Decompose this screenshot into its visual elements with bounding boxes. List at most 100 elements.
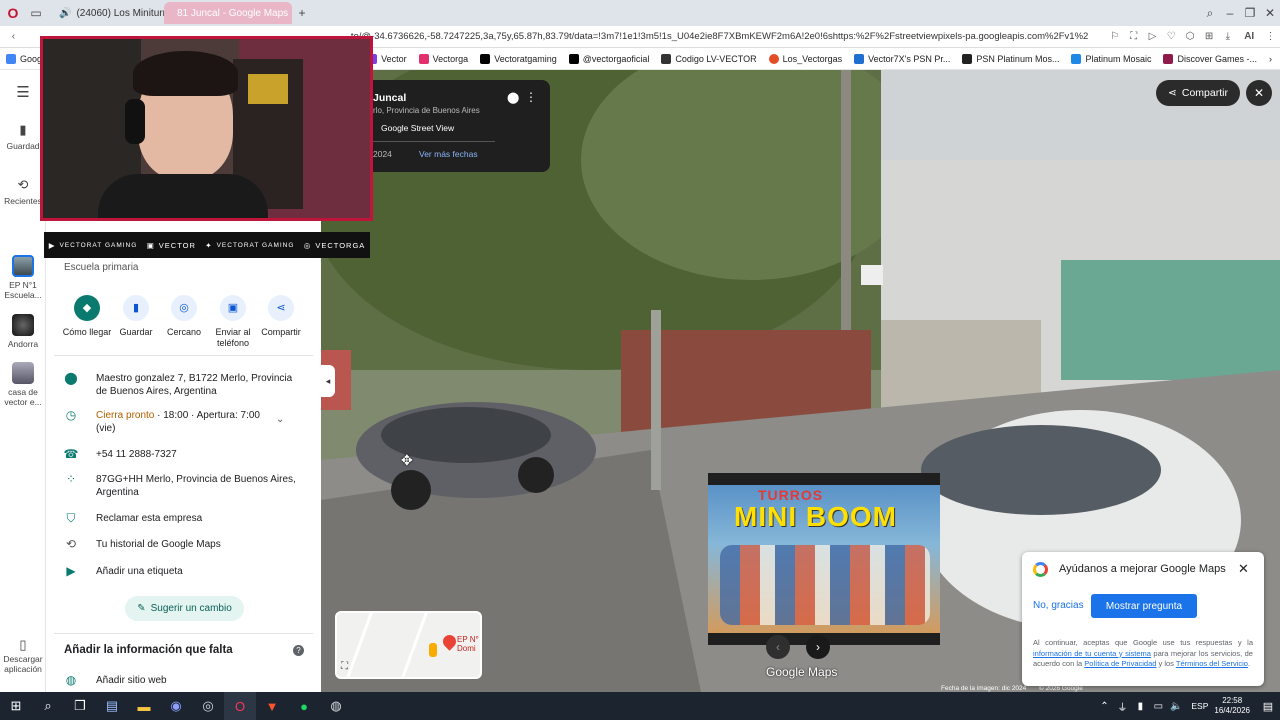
google-maps-watermark: Google Maps [766,665,838,679]
network-icon[interactable]: ▭ [1149,692,1167,720]
share-button[interactable]: ⋖ Compartir [256,295,306,338]
tray-overflow-icon[interactable]: ⌃ [1095,692,1113,720]
tab-google-maps[interactable]: 81 Juncal - Google Maps [164,2,292,24]
maximize-button[interactable]: ❐ [1240,6,1260,20]
bookmarks-overflow-icon[interactable]: › [1269,54,1272,64]
rail-place-casa[interactable]: casa de vector e... [0,362,46,407]
social-instagram-label: VECTORGA [315,240,366,250]
privacy-policy-link[interactable]: Política de Privacidad [1084,659,1156,668]
casa-thumbnail [12,362,34,384]
rail-download-app[interactable]: ▯ Descargar aplicación [0,638,46,674]
tab-menu-icon[interactable]: ▭ [26,6,46,20]
bookmark-page-icon[interactable]: ⚐ [1105,31,1124,42]
hours-row[interactable]: ◷ Cierra pronto · 18:00 · Apertura: 7:00… [46,409,321,435]
file-explorer-icon[interactable]: ▬ [128,692,160,720]
bookmark-vectorgaoficial[interactable]: @vectorgaoficial [568,53,650,64]
opera-logo-icon[interactable]: O [0,5,26,21]
help-icon[interactable]: ? [293,645,304,656]
bookmark-label: Vector7X's PSN Pr... [868,53,951,64]
address-row[interactable]: ⬤ Maestro gonzalez 7, B1722 Merlo, Provi… [46,372,321,398]
send-to-phone-button[interactable]: ▣ Enviar al teléfono [208,295,258,349]
wallet-icon[interactable]: ⊞ [1200,31,1219,42]
close-survey-button[interactable]: ✕ [1238,561,1249,577]
plus-code-row[interactable]: ⁘ 87GG+HH Merlo, Provincia de Buenos Air… [46,473,321,499]
rail-place-andorra[interactable]: Andorra [0,314,46,349]
url-field[interactable]: to/@-34.6736626,-58.7247225,3a,75y,65.87… [351,31,1105,42]
steam-icon[interactable]: ◎ [192,692,224,720]
tab-youtube[interactable]: 🔊 (24060) Los Miniturros [46,2,164,24]
minimap[interactable]: EP N° Domi ⛶ [335,611,482,679]
opera-icon[interactable]: O [224,692,256,720]
play-icon[interactable]: ▷ [1143,31,1162,42]
bookmark-discover-games[interactable]: Discover Games -... [1163,53,1257,64]
obs-icon[interactable]: ◍ [320,692,352,720]
bookmark-platinum-mosaic[interactable]: Platinum Mosaic [1071,53,1151,64]
bookmark-psn-profile[interactable]: Vector7X's PSN Pr... [854,53,951,64]
language-indicator[interactable]: ESP [1191,701,1208,711]
discord-icon[interactable]: ◉ [160,692,192,720]
usb-icon[interactable]: ⏚ [1113,692,1131,720]
next-image-button[interactable]: › [806,635,830,659]
streetview-place-title: Juncal [373,92,407,104]
more-menu-icon[interactable]: ⋮ [1261,31,1280,42]
rail-place-school[interactable]: EP N°1 Escuela... [0,255,46,300]
task-view-icon[interactable]: ❐ [64,692,96,720]
suggest-edit-label: Sugerir un cambio [150,603,232,614]
speaker-icon[interactable]: 🔊 [59,8,71,19]
back-button[interactable]: ‹ [4,31,23,42]
new-tab-button[interactable]: + [292,6,312,20]
hamburger-icon: ☰ [16,84,30,101]
location-pin-icon[interactable]: ⬤ [507,91,519,104]
notifications-icon[interactable]: ▤ [1256,692,1280,720]
windows-start-icon[interactable]: ⊞ [0,692,32,720]
label-tag-icon: ▶ [66,564,76,578]
brave-icon[interactable]: ▼ [256,692,288,720]
history-row[interactable]: ⟲ Tu historial de Google Maps [46,538,321,551]
phone-row[interactable]: ☎ +54 11 2888-7327 [46,448,321,461]
volume-icon[interactable]: 🔈 [1167,692,1185,720]
bookmark-vectorga[interactable]: Vectorga [418,53,468,64]
claim-row[interactable]: ⛉ Reclamar esta empresa [46,512,321,525]
bookmark-codigo[interactable]: Codigo LV-VECTOR [661,53,757,64]
clock[interactable]: 22:58 16/4/2026 [1214,696,1250,716]
claim-text: Reclamar esta empresa [96,513,203,524]
collapse-panel-button[interactable]: ◂ [321,365,335,397]
label-row[interactable]: ▶ Añadir una etiqueta [46,565,321,578]
save-button[interactable]: ▮ Guardar [111,295,161,338]
close-streetview-button[interactable]: ✕ [1246,80,1272,106]
bookmark-vectoratgaming[interactable]: Vectoratgaming [480,53,557,64]
directions-button[interactable]: ◆ Cómo llegar [62,295,112,338]
widgets-icon[interactable]: ▤ [96,692,128,720]
account-info-link[interactable]: información de tu cuenta y sistema [1033,649,1151,658]
search-icon[interactable]: ⌕ [32,692,64,720]
minimize-button[interactable]: – [1220,6,1240,20]
spotify-icon[interactable]: ● [288,692,320,720]
extensions-icon[interactable]: ⬡ [1181,31,1200,42]
share-streetview-button[interactable]: ⋖ Compartir [1156,80,1240,106]
expand-minimap-icon[interactable]: ⛶ [341,661,348,672]
search-icon[interactable]: ⌕ [1200,6,1220,21]
bookmark-vector[interactable]: Vector [367,53,407,64]
suggest-edit-button[interactable]: ✎ Sugerir un cambio [125,596,244,621]
decline-button[interactable]: No, gracias [1033,600,1084,611]
add-website-row[interactable]: ◍ Añadir sitio web [46,674,321,687]
bookmark-los-vectorgas[interactable]: Los_Vectorgas [768,53,842,64]
people-graphic [720,545,930,625]
screenshot-icon[interactable]: ⛶ [1124,31,1143,42]
prev-image-button[interactable]: ‹ [766,635,790,659]
bookmark-psn-platinum[interactable]: PSN Platinum Mos... [962,53,1059,64]
more-dates-link[interactable]: Ver más fechas [419,149,478,159]
more-options-icon[interactable]: ⋮ [525,90,537,104]
heart-icon[interactable]: ♡ [1162,31,1181,42]
microphone-icon[interactable]: ▮ [1131,692,1149,720]
close-window-button[interactable]: ✕ [1260,6,1280,20]
bookmark-label: @vectorgaoficial [582,53,650,64]
psn-icon [854,53,865,64]
show-question-button[interactable]: Mostrar pregunta [1091,594,1197,618]
ai-button[interactable]: AI [1237,31,1261,42]
chevron-down-icon[interactable]: ⌄ [276,413,284,435]
download-icon[interactable]: ⤓ [1218,31,1237,42]
terms-of-service-link[interactable]: Términos del Servicio [1176,659,1248,668]
nearby-button[interactable]: ◎ Cercano [159,295,209,338]
bookmark-google[interactable]: Goog [6,53,42,64]
